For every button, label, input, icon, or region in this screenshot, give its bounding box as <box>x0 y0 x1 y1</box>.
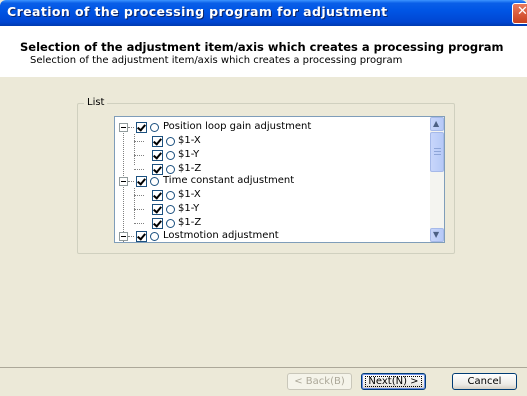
tree-item-label: $1-Y <box>178 149 200 160</box>
tree-item-label: $1-Z <box>178 217 202 228</box>
tree-item-label: $1-Y <box>178 203 200 214</box>
tree-item[interactable]: $1-Y <box>115 148 430 162</box>
tree-item-label: $1-X <box>178 135 201 146</box>
checkbox[interactable] <box>152 204 163 215</box>
dialog-window: Creation of the processing program for a… <box>0 0 527 396</box>
checkbox[interactable] <box>136 176 147 187</box>
collapse-icon[interactable] <box>119 123 128 132</box>
radio-button[interactable] <box>166 191 175 200</box>
tree-item[interactable]: Position loop gain adjustment <box>115 120 430 134</box>
radio-button[interactable] <box>166 219 175 228</box>
tree-item[interactable]: $1-X <box>115 134 430 148</box>
scroll-thumb[interactable] <box>430 132 444 172</box>
adjustment-tree-list[interactable]: Position loop gain adjustment $1-X $1-Y … <box>114 116 445 243</box>
vertical-scrollbar[interactable]: ▲ ▼ <box>430 117 444 242</box>
tree-item[interactable]: $1-Y <box>115 202 430 216</box>
back-button[interactable]: < Back(B) <box>287 373 352 390</box>
close-button[interactable]: ✕ <box>512 3 527 24</box>
collapse-icon[interactable] <box>119 177 128 186</box>
tree-view: Position loop gain adjustment $1-X $1-Y … <box>115 117 430 242</box>
footer-separator <box>0 367 527 368</box>
tree-connector <box>128 127 134 128</box>
up-arrow-icon: ▲ <box>433 119 440 128</box>
collapse-icon[interactable] <box>119 232 128 241</box>
header-separator <box>0 76 527 77</box>
window-title: Creation of the processing program for a… <box>7 4 388 19</box>
tree-connector <box>134 209 144 210</box>
tree-item[interactable]: $1-Z <box>115 216 430 230</box>
radio-button[interactable] <box>150 177 159 186</box>
tree-connector <box>134 169 144 170</box>
tree-item[interactable]: Time constant adjustment <box>115 174 430 188</box>
checkbox[interactable] <box>152 136 163 147</box>
title-bar[interactable]: Creation of the processing program for a… <box>0 0 527 26</box>
tree-connector <box>134 223 144 224</box>
radio-button[interactable] <box>166 205 175 214</box>
close-icon: ✕ <box>517 4 527 19</box>
header-subtitle: Selection of the adjustment item/axis wh… <box>30 55 403 66</box>
tree-item[interactable]: Lostmotion adjustment <box>115 229 430 242</box>
scroll-up-button[interactable]: ▲ <box>430 117 444 131</box>
tree-item-label: Time constant adjustment <box>163 175 295 186</box>
cancel-button[interactable]: Cancel <box>452 373 517 390</box>
tree-item-label: Position loop gain adjustment <box>163 121 312 132</box>
tree-item[interactable]: $1-X <box>115 188 430 202</box>
cancel-button-label: Cancel <box>467 376 502 387</box>
checkbox[interactable] <box>152 190 163 201</box>
tree-item-label: $1-X <box>178 189 201 200</box>
tree-item-label: Lostmotion adjustment <box>163 230 279 241</box>
radio-button[interactable] <box>150 232 159 241</box>
tree-connector <box>134 195 144 196</box>
down-arrow-icon: ▼ <box>433 230 440 239</box>
back-button-label: < Back(B) <box>294 376 345 387</box>
next-button[interactable]: Next(N) > <box>361 373 426 390</box>
checkbox[interactable] <box>152 218 163 229</box>
header-title: Selection of the adjustment item/axis wh… <box>20 40 504 54</box>
checkbox[interactable] <box>136 231 147 242</box>
radio-button[interactable] <box>166 137 175 146</box>
checkbox[interactable] <box>152 150 163 161</box>
wizard-header: Selection of the adjustment item/axis wh… <box>0 26 527 77</box>
radio-button[interactable] <box>150 123 159 132</box>
radio-button[interactable] <box>166 165 175 174</box>
tree-connector <box>134 141 144 142</box>
tree-connector <box>128 181 134 182</box>
tree-connector <box>128 236 134 237</box>
scroll-down-button[interactable]: ▼ <box>430 228 444 242</box>
checkbox[interactable] <box>136 122 147 133</box>
focus-rect <box>365 376 422 387</box>
radio-button[interactable] <box>166 151 175 160</box>
tree-connector <box>134 155 144 156</box>
list-group-label: List <box>84 97 108 108</box>
